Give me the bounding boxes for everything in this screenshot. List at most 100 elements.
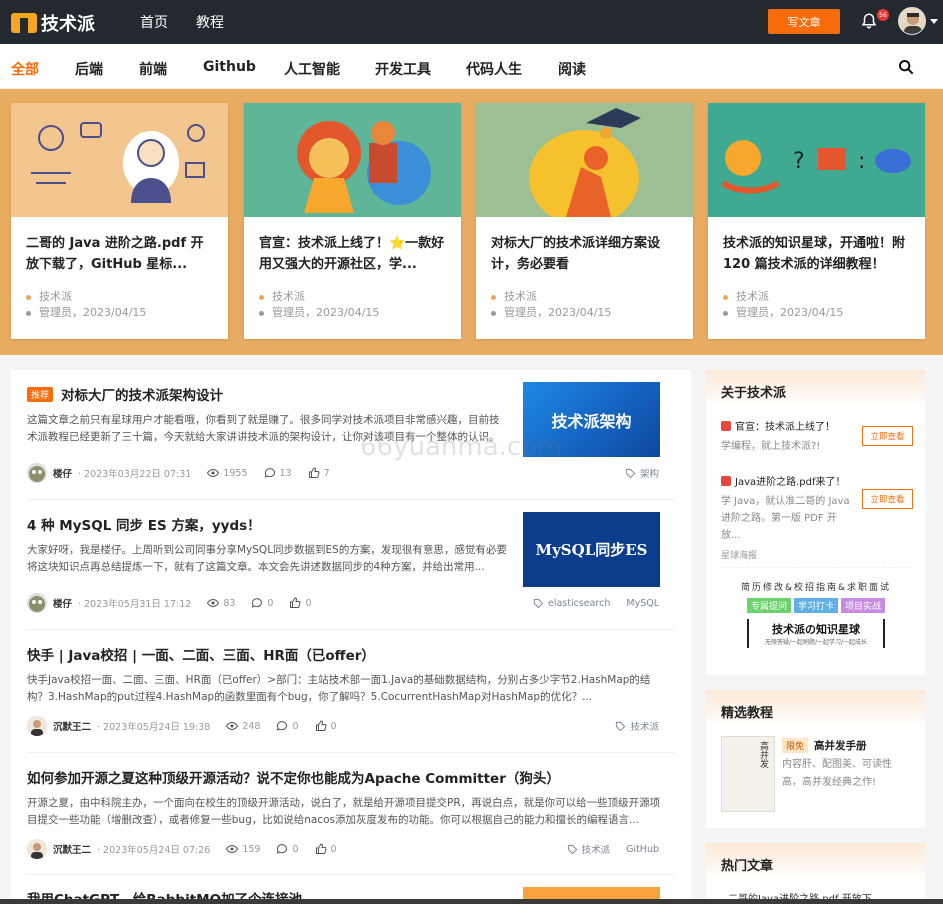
article-title-text[interactable]: 对标大厂的技术派架构设计 xyxy=(61,388,223,404)
author-name[interactable]: 沉默王二 xyxy=(53,842,91,856)
view-now-button[interactable]: 立即查看 xyxy=(862,426,913,446)
featured-card-title[interactable]: 对标大厂的技术派详细方案设计，务必要看 xyxy=(476,217,693,281)
like-count-value: 7 xyxy=(323,467,330,479)
tutorial-name[interactable]: 高并发手册 xyxy=(814,738,867,753)
eye-icon xyxy=(226,721,239,731)
featured-card-title[interactable]: 二哥的 Java 进阶之路.pdf 开放下载了，GitHub 星标... xyxy=(11,217,228,281)
about-item[interactable]: 官宣：技术派上线了！ 学编程，就上技术派?! 立即查看 xyxy=(721,418,913,455)
tag-item[interactable]: 技术派 xyxy=(567,842,611,856)
featured-card-site: 技术派 xyxy=(504,290,537,303)
article-title[interactable]: 快手 | Java校招 | 一面、二面、三面、HR面（已offer） xyxy=(27,644,375,664)
category-reading[interactable]: 阅读 xyxy=(558,59,586,79)
about-item-title-text[interactable]: 官宣：技术派上线了！ xyxy=(735,418,835,433)
about-panel-title: 关于技术派 xyxy=(706,370,925,408)
article-thumbnail[interactable]: 技术派架构 xyxy=(523,382,660,457)
nav-home[interactable]: 首页 xyxy=(140,12,168,32)
category-frontend[interactable]: 前端 xyxy=(139,59,167,79)
view-now-button[interactable]: 立即查看 xyxy=(862,489,913,509)
comment-count: 0 xyxy=(276,843,299,855)
category-ai[interactable]: 人工智能 xyxy=(284,59,340,79)
tutorial-panel: 精选教程 高并发 限免 高并发手册 内容肝、配图美、可读性高，高并发经典之作! xyxy=(706,690,925,828)
author-name[interactable]: 沉默王二 xyxy=(53,719,91,733)
comment-count: 0 xyxy=(276,720,299,732)
featured-card[interactable]: 对标大厂的技术派详细方案设计，务必要看 技术派 管理员，2023/04/15 xyxy=(476,103,693,339)
featured-card-title[interactable]: 官宣：技术派上线了！⭐一款好用又强大的开源社区，学... xyxy=(244,217,461,281)
about-item[interactable]: Java进阶之路.pdf来了！ 学 Java，就认准二哥的 Java 进阶之路。… xyxy=(721,473,913,544)
bell-icon[interactable] xyxy=(860,12,878,30)
tag-item[interactable]: 技术派 xyxy=(615,719,659,733)
featured-card-title[interactable]: 技术派的知识星球，开通啦！附 120 篇技术派的详细教程！ xyxy=(708,217,925,281)
category-all[interactable]: 全部 xyxy=(11,59,39,79)
top-nav: 首页 教程 xyxy=(140,12,224,32)
view-count-value: 248 xyxy=(242,720,261,732)
tag-label[interactable]: 架构 xyxy=(640,466,659,480)
user-avatar[interactable] xyxy=(898,7,926,35)
comment-icon xyxy=(277,721,288,731)
view-count-value: 83 xyxy=(223,597,236,609)
dot-icon xyxy=(26,294,31,300)
tag-icon xyxy=(567,844,577,854)
category-bar: 全部 后端 前端 Github 人工智能 开发工具 代码人生 阅读 xyxy=(0,44,943,89)
author-name[interactable]: 楼仔 xyxy=(53,466,72,480)
poster-tag: 专属提问 xyxy=(746,598,791,613)
category-backend[interactable]: 后端 xyxy=(75,59,103,79)
about-item-title-text[interactable]: Java进阶之路.pdf来了！ xyxy=(735,473,846,488)
tag-label[interactable]: elasticsearch xyxy=(548,598,610,609)
article-title[interactable]: 推荐 对标大厂的技术派架构设计 xyxy=(27,384,223,404)
tag-label[interactable]: MySQL xyxy=(626,598,659,609)
view-count: 83 xyxy=(207,597,235,609)
article-title[interactable]: 4 种 MySQL 同步 ES 方案，yyds！ xyxy=(27,514,261,534)
tag-icon xyxy=(533,598,544,608)
article-item[interactable]: 4 种 MySQL 同步 ES 方案，yyds！ 大家好呀，我是楼仔。上周听到公… xyxy=(27,500,675,630)
featured-card[interactable]: 官宣：技术派上线了！⭐一款好用又强大的开源社区，学... 技术派 管理员，202… xyxy=(244,103,461,339)
author-avatar[interactable] xyxy=(27,463,47,483)
tag-label[interactable]: 技术派 xyxy=(582,842,611,856)
tag-item[interactable]: 架构 xyxy=(625,466,659,480)
top-navbar: 技术派 首页 教程 写文章 56 xyxy=(0,0,943,44)
article-summary: 快手Java校招一面、二面、三面、HR面（已offer）>部门：主站技术部一面1… xyxy=(27,674,651,703)
write-article-button[interactable]: 写文章 xyxy=(768,9,840,34)
article-title[interactable]: 如何参加开源之夏这种顶级开源活动？说不定你也能成为Apache Committe… xyxy=(27,767,560,787)
tag-item[interactable]: MySQL xyxy=(626,598,659,609)
tutorial-cover[interactable]: 高并发 xyxy=(721,736,775,812)
hot-articles-panel: 热门文章 二哥的Java进阶之路.pdf 开放下... xyxy=(706,843,925,904)
search-icon[interactable] xyxy=(898,59,914,75)
logo-icon xyxy=(11,13,37,33)
tag-label[interactable]: 技术派 xyxy=(630,719,659,733)
article-summary: 这篇文章之前只有星球用户才能看哦，你看到了就是赚了。很多同学对技术派项目非常感兴… xyxy=(27,414,500,443)
category-code-life[interactable]: 代码人生 xyxy=(466,59,522,79)
featured-card[interactable]: ?: 技术派的知识星球，开通啦！附 120 篇技术派的详细教程！ 技术派 管理员… xyxy=(708,103,925,339)
article-item[interactable]: 快手 | Java校招 | 一面、二面、三面、HR面（已offer） 快手Jav… xyxy=(27,630,675,753)
thumbs-up-icon xyxy=(315,843,327,854)
tag-item[interactable]: GitHub xyxy=(626,844,659,855)
category-github[interactable]: Github xyxy=(203,59,256,75)
poster-subtitle: 无限答疑/一起刷题/一起学习/一起成长 xyxy=(764,639,868,646)
featured-card-image: ?: xyxy=(708,103,925,217)
like-count-value: 0 xyxy=(305,597,312,609)
community-poster[interactable]: 简历修改&校招指南&求职面试 专属提问 学习打卡 项目实战 技术派の知识星球 无… xyxy=(721,580,911,660)
chevron-down-icon[interactable] xyxy=(930,19,938,24)
dot-icon xyxy=(491,294,496,300)
featured-card[interactable]: 二哥的 Java 进阶之路.pdf 开放下载了，GitHub 星标... 技术派… xyxy=(11,103,228,339)
article-thumbnail[interactable]: MySQL同步ES xyxy=(523,512,660,587)
about-item-title[interactable]: Java进阶之路.pdf来了！ xyxy=(721,473,911,488)
comment-count: 13 xyxy=(264,467,292,479)
comment-icon xyxy=(252,598,263,608)
tag-item[interactable]: elasticsearch xyxy=(533,598,610,609)
author-name[interactable]: 楼仔 xyxy=(53,596,72,610)
category-devtools[interactable]: 开发工具 xyxy=(375,59,431,79)
article-item[interactable]: 推荐 对标大厂的技术派架构设计 这篇文章之前只有星球用户才能看哦，你看到了就是赚了… xyxy=(27,370,675,500)
book-icon xyxy=(721,475,731,486)
article-tags: 技术派 GitHub xyxy=(567,838,659,860)
article-item[interactable]: 如何参加开源之夏这种顶级开源活动？说不定你也能成为Apache Committe… xyxy=(27,753,675,875)
author-avatar[interactable] xyxy=(27,593,47,613)
author-avatar[interactable] xyxy=(27,716,47,736)
eye-icon xyxy=(207,598,220,608)
nav-tutorial[interactable]: 教程 xyxy=(196,12,224,32)
site-logo[interactable]: 技术派 xyxy=(11,10,95,36)
view-count-value: 1955 xyxy=(223,467,248,479)
article-meta: 沉默王二 · 2023年05月24日 07:26 159 0 0 xyxy=(27,838,337,860)
featured-card-meta: 技术派 管理员，2023/04/15 xyxy=(708,281,925,321)
tag-label[interactable]: GitHub xyxy=(626,844,659,855)
author-avatar[interactable] xyxy=(27,839,47,859)
